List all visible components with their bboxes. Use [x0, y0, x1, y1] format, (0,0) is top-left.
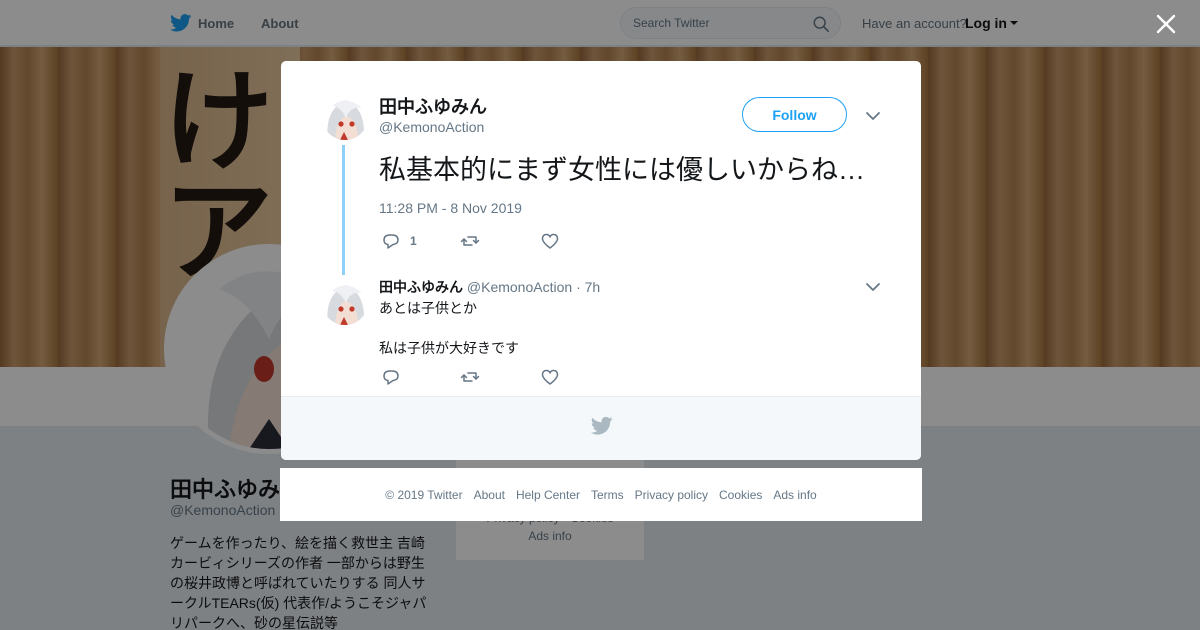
tweet-author-handle[interactable]: @KemonoAction — [379, 119, 484, 135]
footer-link-terms[interactable]: Terms — [591, 488, 624, 502]
reply-action[interactable]: 1 — [381, 231, 417, 251]
footer-links-bar: © 2019 Twitter About Help Center Terms P… — [280, 468, 922, 521]
reply-header: 田中ふゆみん @KemonoAction · 7h — [379, 277, 600, 297]
reply-icon — [383, 370, 399, 385]
reply-action[interactable] — [381, 367, 401, 387]
chevron-down-icon[interactable] — [865, 108, 881, 124]
like-icon — [541, 369, 559, 385]
tweet-author-name[interactable]: 田中ふゆみん — [379, 93, 487, 119]
tweet-author-avatar[interactable] — [322, 94, 368, 140]
footer-link-ads-info[interactable]: Ads info — [773, 488, 816, 502]
retweet-action[interactable] — [460, 367, 480, 387]
like-action[interactable] — [540, 231, 560, 251]
retweet-icon — [460, 372, 480, 382]
follow-button[interactable]: Follow — [742, 97, 847, 132]
avatar-illustration — [322, 279, 368, 325]
retweet-icon — [460, 236, 480, 246]
footer-link-about[interactable]: About — [474, 488, 505, 502]
reply-separator: · — [576, 279, 581, 295]
reply-author-name[interactable]: 田中ふゆみん — [379, 279, 463, 295]
footer-link-privacy-policy[interactable]: Privacy policy — [635, 488, 708, 502]
footer-copyright: © 2019 Twitter — [385, 487, 463, 502]
footer-link-cookies[interactable]: Cookies — [719, 488, 762, 502]
tweet-text: 私基本的にまず女性には優しいからね… — [379, 155, 865, 185]
footer-link-help-center[interactable]: Help Center — [516, 488, 580, 502]
reply-icon — [383, 234, 399, 249]
thread-connector — [342, 145, 345, 275]
chevron-down-icon[interactable] — [865, 279, 881, 295]
twitter-bird-icon — [591, 416, 613, 435]
like-action[interactable] — [540, 367, 560, 387]
avatar-illustration — [322, 94, 368, 140]
close-icon[interactable] — [1154, 12, 1178, 36]
reply-time[interactable]: 7h — [585, 279, 601, 295]
reply-author-handle[interactable]: @KemonoAction — [467, 279, 572, 295]
like-icon — [541, 233, 559, 249]
reply-text-line: あとは子供とか — [379, 300, 477, 316]
tweet-timestamp[interactable]: 11:28 PM - 8 Nov 2019 — [379, 200, 522, 216]
tweet-modal: 田中ふゆみん @KemonoAction Follow 私基本的にまず女性には優… — [281, 61, 921, 460]
modal-footer — [281, 396, 921, 460]
retweet-action[interactable] — [460, 231, 480, 251]
reply-count: 1 — [410, 234, 417, 248]
reply-text-line: 私は子供が大好きです — [379, 340, 519, 356]
reply-author-avatar[interactable] — [322, 279, 368, 325]
